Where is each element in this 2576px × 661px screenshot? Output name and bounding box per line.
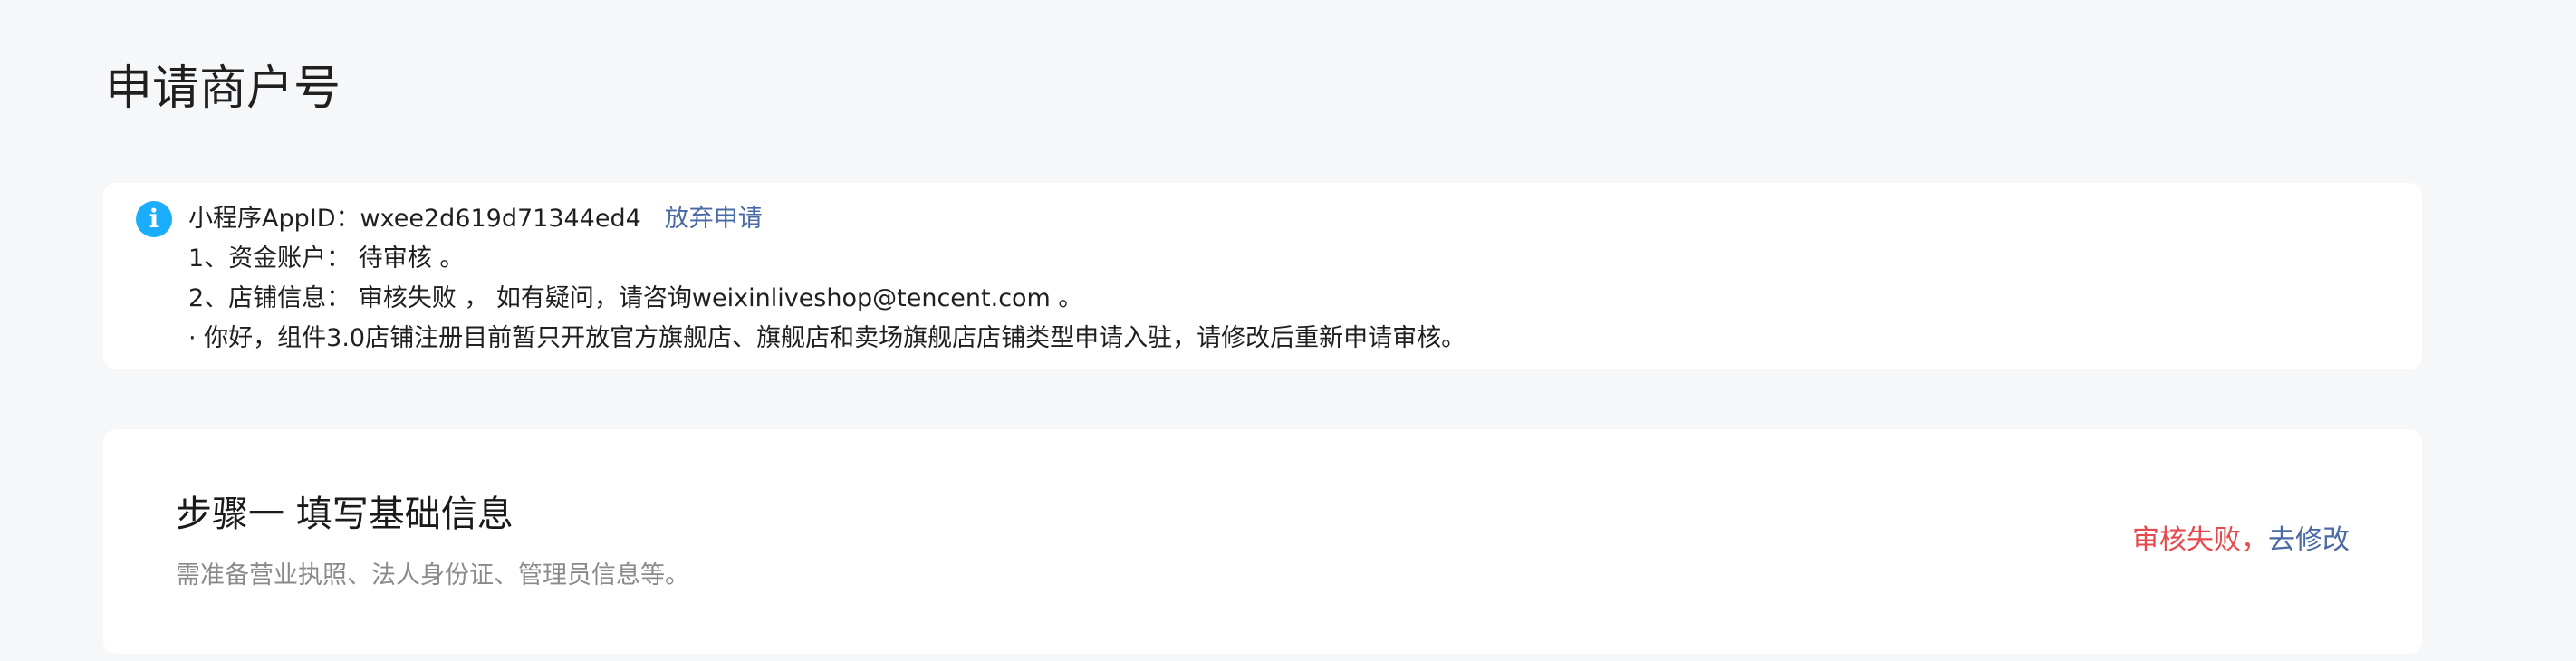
shop-type-notice: · 你好，组件3.0店铺注册目前暂只开放官方旗舰店、旗舰店和卖场旗舰店店铺类型申… bbox=[188, 324, 1466, 352]
page-title: 申请商户号 bbox=[105, 62, 341, 116]
step-title: 步骤一 填写基础信息 bbox=[176, 493, 514, 535]
appid-line: 小程序AppID：wxee2d619d71344ed4 放弃申请 bbox=[188, 201, 763, 237]
page: 申请商户号 i 小程序AppID：wxee2d619d71344ed4 放弃申请 … bbox=[0, 0, 2576, 661]
shop-info-status: 2、店铺信息： 审核失败 ， 如有疑问，请咨询weixinliveshop@te… bbox=[188, 284, 1083, 312]
step-description: 需准备营业执照、法人身份证、管理员信息等。 bbox=[176, 561, 689, 589]
appid-value: wxee2d619d71344ed4 bbox=[360, 205, 641, 233]
go-modify-link[interactable]: 去修改 bbox=[2268, 524, 2350, 556]
step-card: 步骤一 填写基础信息 需准备营业执照、法人身份证、管理员信息等。 审核失败，去修… bbox=[103, 429, 2422, 654]
appid-label: 小程序AppID： bbox=[188, 205, 360, 233]
abandon-application-link[interactable]: 放弃申请 bbox=[665, 205, 763, 233]
review-failed-text: 审核失败， bbox=[2132, 524, 2268, 556]
info-icon: i bbox=[136, 201, 172, 237]
step-status: 审核失败，去修改 bbox=[2132, 522, 2350, 560]
notice-banner: i 小程序AppID：wxee2d619d71344ed4 放弃申请 1、资金账户… bbox=[103, 183, 2422, 369]
fund-account-status: 1、资金账户： 待审核 。 bbox=[188, 244, 465, 273]
